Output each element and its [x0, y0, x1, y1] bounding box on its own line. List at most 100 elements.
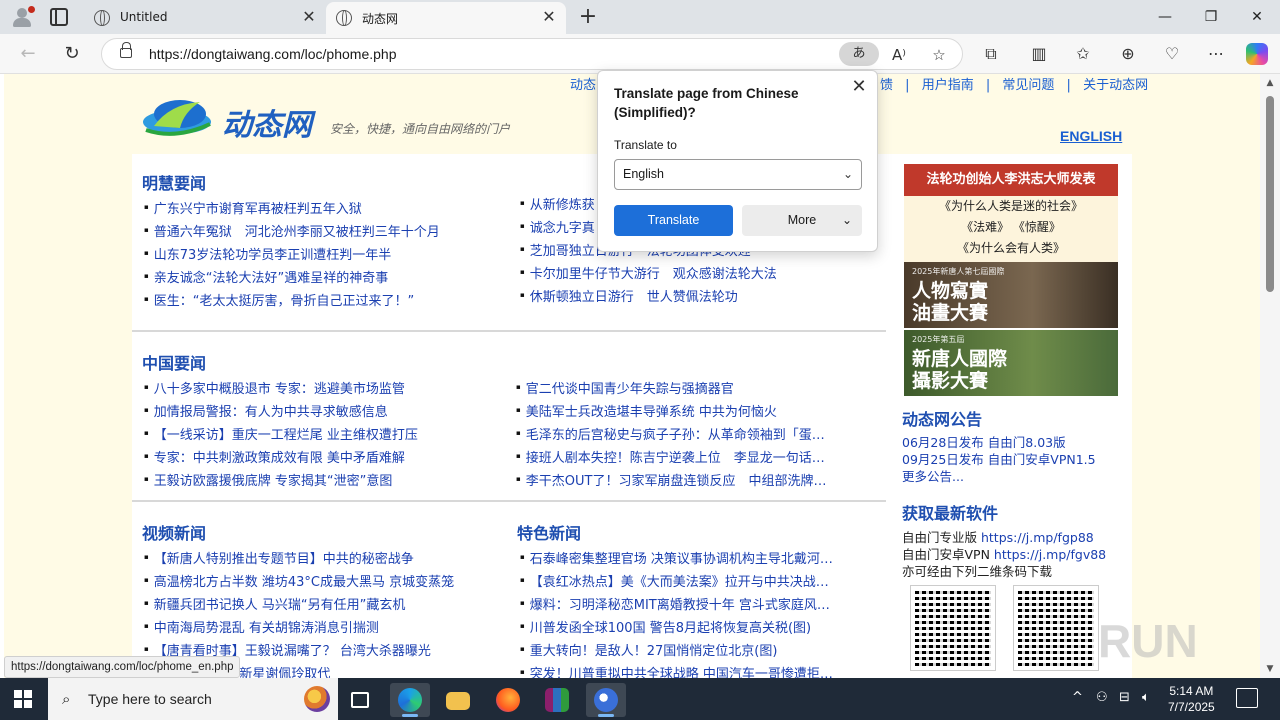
volume-icon[interactable]: 🔈︎: [1142, 690, 1150, 705]
software-title[interactable]: 获取最新软件: [902, 500, 998, 524]
system-clock[interactable]: 5:14 AM 7/7/2025: [1168, 683, 1215, 715]
edge-taskbar-icon[interactable]: [390, 683, 430, 717]
top-link-left[interactable]: 动态: [570, 74, 596, 93]
translate-indicator-icon[interactable]: あ: [839, 42, 879, 66]
read-aloud-icon[interactable]: A⁾: [888, 44, 910, 66]
close-icon[interactable]: ✕: [300, 8, 318, 26]
site-info-icon[interactable]: [120, 42, 132, 58]
news-item[interactable]: 【袁红冰热点】美《大而美法案》拉开与中共决战…: [520, 571, 858, 594]
refresh-button[interactable]: ↻: [58, 41, 86, 67]
english-link[interactable]: ENGLISH: [1060, 128, 1122, 144]
tab-untitled[interactable]: Untitled ✕: [84, 2, 326, 34]
news-item[interactable]: 中南海局势混乱 有关胡锦涛消息引揣测: [144, 617, 504, 640]
news-item[interactable]: 接班人剧本失控！陈吉宁逆袭上位 李显龙一句话…: [516, 447, 852, 470]
profile-avatar-icon[interactable]: [10, 6, 35, 28]
news-item[interactable]: 【一线采访】重庆一工程烂尾 业主维权遭打压: [144, 424, 504, 447]
address-bar[interactable]: https://dongtaiwang.com/loc/phome.php あ …: [101, 38, 963, 70]
section-title-video[interactable]: 视频新闻: [142, 520, 206, 544]
extensions-icon[interactable]: ⧉: [978, 42, 1004, 66]
news-item[interactable]: 川普发函全球100国 警告8月起将恢复高关税(图): [520, 617, 858, 640]
more-button[interactable]: More ⌄: [742, 205, 862, 236]
banner-painting-contest[interactable]: 2025年新唐人第七屆國際 人物寫實 油畫大賽: [904, 262, 1118, 328]
site-logo-text[interactable]: 动态网: [222, 100, 312, 144]
scroll-up-icon[interactable]: ▲: [1264, 78, 1276, 88]
news-item[interactable]: 重大转向！是敌人！27国悄悄定位北京(图): [520, 640, 858, 663]
software-link[interactable]: https://j.mp/fgv88: [994, 547, 1106, 562]
news-item[interactable]: 普通六年冤狱 河北沧州李丽又被枉判三年十个月: [144, 221, 504, 244]
file-explorer-icon[interactable]: [438, 683, 478, 717]
news-item[interactable]: 山东73岁法轮功学员李正训遭枉判一年半: [144, 244, 504, 267]
restore-button[interactable]: ❐: [1188, 0, 1234, 34]
banner-photo-contest[interactable]: 2025年第五屆 新唐人國際 攝影大賽: [904, 330, 1118, 396]
firefox-icon[interactable]: [488, 683, 528, 717]
collections-icon[interactable]: ⊕: [1115, 42, 1141, 66]
banner-line: 《为什么人类是迷的社会》: [938, 199, 1083, 213]
news-item[interactable]: 卡尔加里牛仔节大游行 观众感谢法轮大法: [520, 263, 870, 286]
new-tab-button[interactable]: +: [576, 4, 600, 30]
news-item[interactable]: 八十多家中概股退市 专家：逃避美市场监管: [144, 378, 504, 401]
tab-actions-icon[interactable]: [50, 8, 68, 26]
freegate-icon[interactable]: [586, 683, 626, 717]
news-item[interactable]: 李干杰OUT了！习家军崩盘连锁反应 中组部洗牌…: [516, 470, 852, 493]
top-link-user-guide[interactable]: 用户指南: [922, 78, 974, 93]
copilot-icon[interactable]: [1246, 43, 1268, 65]
news-item[interactable]: 毛泽东的后宫秘史与疯子子孙：从革命领袖到「蛋…: [516, 424, 852, 447]
software-label: 自由门安卓VPN: [902, 547, 994, 562]
taskbar: ⌕ Type here to search ^ ⚇ ⊟ 🔈︎ 5:14 AM 7…: [0, 678, 1280, 720]
news-item[interactable]: 亲友诚念“法轮大法好”遇难呈祥的神奇事: [144, 267, 504, 290]
task-view-icon[interactable]: [340, 683, 380, 717]
section-title-china[interactable]: 中国要闻: [142, 350, 206, 374]
news-item[interactable]: 医生：“老太太挺厉害，骨折自己正过来了！”: [144, 290, 504, 313]
minimize-button[interactable]: —: [1142, 0, 1188, 34]
section-title-minghui[interactable]: 明慧要闻: [142, 170, 206, 194]
close-window-button[interactable]: ✕: [1234, 0, 1280, 34]
site-logo-icon[interactable]: [140, 90, 214, 142]
scroll-down-icon[interactable]: ▼: [1264, 664, 1276, 674]
news-item[interactable]: 加情报局警报：有人为中共寻求敏感信息: [144, 401, 504, 424]
url-text[interactable]: https://dongtaiwang.com/loc/phome.php: [149, 46, 397, 62]
news-item[interactable]: 专家：中共刺激政策成效有限 美中矛盾难解: [144, 447, 504, 470]
scrollbar-thumb[interactable]: [1266, 96, 1274, 292]
tab-dongtaiwang[interactable]: 动态网 ✕: [326, 2, 566, 34]
news-item[interactable]: 爆料：习明泽秘恋MIT离婚教授十年 宫斗式家庭风…: [520, 594, 858, 617]
announce-more-link[interactable]: 更多公告...: [902, 466, 964, 485]
translate-button[interactable]: Translate: [614, 205, 733, 236]
news-item[interactable]: 突发！川普重拟中共全球战略 中国汽车一哥惨遭拒…: [520, 663, 858, 678]
top-link-about[interactable]: 关于动态网: [1083, 78, 1148, 93]
close-icon[interactable]: ✕: [849, 77, 869, 97]
favorite-star-icon[interactable]: ☆: [928, 44, 950, 66]
news-item[interactable]: 新疆兵团书记换人 马兴瑞“另有任用”藏玄机: [144, 594, 504, 617]
news-item[interactable]: 【新唐人特别推出专题节目】中共的秘密战争: [144, 548, 504, 571]
back-button[interactable]: ←: [14, 41, 42, 67]
browser-essentials-icon[interactable]: ♡: [1159, 42, 1185, 66]
top-link-faq[interactable]: 常见问题: [1002, 78, 1054, 93]
banner-line: 《为什么会有人类》: [956, 241, 1065, 255]
more-menu-icon[interactable]: ⋯: [1203, 42, 1229, 66]
network-icon[interactable]: ⊟: [1119, 690, 1130, 705]
taskbar-search[interactable]: ⌕ Type here to search: [48, 678, 338, 720]
tray-app-icon[interactable]: ⚇: [1096, 690, 1108, 705]
divider: [132, 500, 886, 502]
news-item[interactable]: 王毅访欧露援俄底牌 专家揭其“泄密”意图: [144, 470, 504, 493]
winrar-icon[interactable]: [537, 683, 577, 717]
windows-start-icon[interactable]: [14, 690, 32, 708]
banner-subtitle: 2025年第五屆: [912, 335, 965, 344]
banner-master-li[interactable]: 法轮功创始人李洪志大师发表 《为什么人类是迷的社会》 《法难》 《惊醒》 《为什…: [904, 164, 1118, 262]
top-link[interactable]: 馈: [880, 78, 893, 93]
news-item[interactable]: 石泰峰密集整理官场 决策议事协调机构主导北戴河…: [520, 548, 858, 571]
news-item[interactable]: 广东兴宁市谢育军再被枉判五年入狱: [144, 198, 504, 221]
tray-overflow-icon[interactable]: ^: [1072, 690, 1083, 705]
split-screen-icon[interactable]: ▥: [1026, 42, 1052, 66]
vertical-scrollbar[interactable]: ▲ ▼: [1260, 74, 1280, 678]
news-item[interactable]: 休斯顿独立日游行 世人赞佩法轮功: [520, 286, 870, 309]
language-select[interactable]: English ⌄: [614, 159, 862, 190]
close-icon[interactable]: ✕: [540, 8, 558, 26]
software-link[interactable]: https://j.mp/fgp88: [981, 530, 1094, 545]
news-item[interactable]: 美陆军士兵改造堪丰导弹系统 中共为何恼火: [516, 401, 852, 424]
news-item[interactable]: 高温榜北方占半数 潍坊43°C成最大黑马 京城变蒸笼: [144, 571, 504, 594]
section-title-featured[interactable]: 特色新闻: [517, 520, 581, 544]
announce-title[interactable]: 动态网公告: [902, 406, 982, 430]
notification-icon[interactable]: [1236, 688, 1258, 708]
favorites-icon[interactable]: ✩: [1070, 42, 1096, 66]
news-item[interactable]: 官二代谈中国青少年失踪与强摘器官: [516, 378, 852, 401]
